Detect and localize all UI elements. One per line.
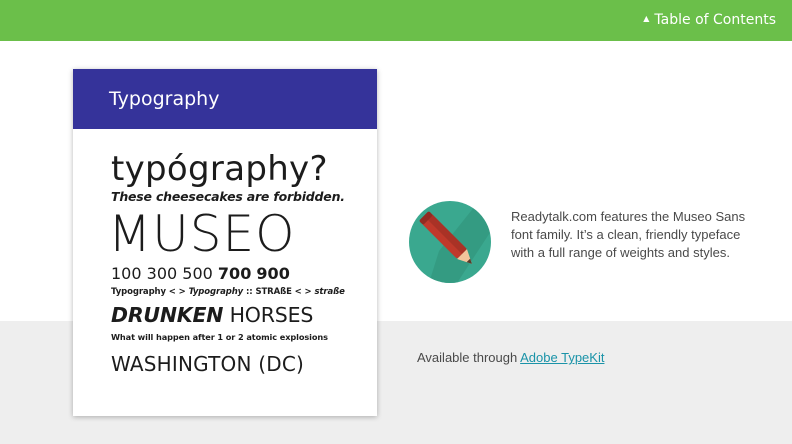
specimen-line-explosions: What will happen after 1 or 2 atomic exp… — [111, 332, 328, 342]
weight-500: 500 — [182, 264, 213, 283]
specimen-line-cheesecakes: These cheesecakes are forbidden. — [111, 189, 345, 204]
weight-100: 100 — [111, 264, 142, 283]
specimen-line-typography: typógraphy? — [111, 149, 328, 189]
pencil-icon-graphic — [419, 201, 491, 283]
weight-700: 700 — [217, 264, 252, 283]
availability-prefix: Available through — [417, 350, 521, 365]
specimen-line-washington: WASHINGTON (DC) — [111, 352, 304, 376]
typography-card: Typography typógraphy? These cheesecakes… — [73, 69, 377, 416]
weight-300: 300 — [146, 264, 178, 283]
horses-text: HORSES — [223, 303, 314, 327]
specimen-line-weights: 100 300 500 700 900 — [111, 264, 356, 284]
specimen-line-drunken-horses: DRUNKEN HORSES — [111, 300, 356, 330]
strasse-part-3: :: STRAßE < > — [243, 287, 315, 297]
card-title: Typography — [73, 69, 377, 129]
table-of-contents-label: Table of Contents — [654, 12, 776, 28]
drunken-text: DRUNKEN — [111, 303, 224, 327]
strasse-part-2: Typography — [188, 287, 244, 297]
strasse-part-4: straße — [314, 287, 345, 297]
font-specimen: typógraphy? These cheesecakes are forbid… — [108, 149, 356, 384]
availability-text: Available through Adobe TypeKit — [417, 349, 604, 367]
specimen-line-museo: MUSEO — [108, 205, 296, 263]
specimen-line-strasse: Typography < > Typography :: STRAßE < > … — [111, 284, 356, 300]
strasse-part-1: Typography < > — [111, 287, 189, 297]
font-description: Readytalk.com features the Museo Sans fo… — [511, 209, 746, 260]
weight-900: 900 — [256, 264, 290, 283]
table-of-contents-link[interactable]: ▲ Table of Contents — [643, 10, 776, 29]
caret-up-icon: ▲ — [643, 14, 650, 23]
adobe-typekit-link[interactable]: Adobe TypeKit — [520, 350, 604, 365]
top-bar: ▲ Table of Contents — [0, 0, 792, 41]
pencil-icon — [409, 201, 491, 283]
